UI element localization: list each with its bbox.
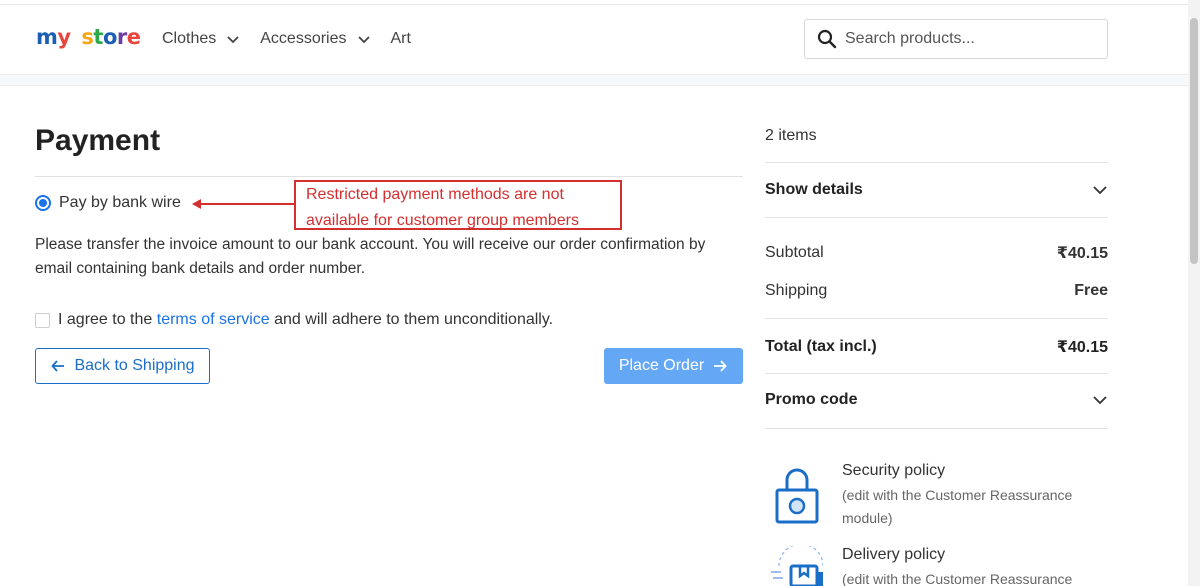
page-scrollbar[interactable]	[1188, 0, 1200, 586]
logo-letter-y: y	[57, 25, 71, 49]
chevron-down-icon	[357, 36, 370, 44]
scrollbar-thumb[interactable]	[1190, 18, 1198, 264]
payment-radio[interactable]	[35, 195, 51, 211]
nav-item-art[interactable]: Art	[391, 30, 411, 48]
logo-letter-s: s	[81, 25, 94, 49]
terms-of-service-link[interactable]: terms of service	[157, 311, 270, 329]
search-box[interactable]	[804, 19, 1108, 59]
logo-letter-o: o	[102, 25, 117, 49]
policy-subtitle: (edit with the Customer Reassurance modu…	[842, 487, 1073, 526]
total-row: Total (tax incl.) ₹40.15	[765, 337, 1108, 357]
total-value: ₹40.15	[1056, 339, 1108, 356]
callout-line-2: available for customer group members	[306, 212, 580, 229]
summary-divider	[765, 428, 1108, 429]
chevron-down-icon	[1093, 186, 1107, 195]
summary-divider	[765, 318, 1108, 319]
site-header: my store Clothes Accessories Art	[0, 5, 1188, 75]
terms-checkbox[interactable]	[35, 312, 50, 328]
delivery-policy-block: Delivery policy (edit with the Customer …	[765, 546, 1108, 586]
agree-prefix: I agree to the	[58, 311, 153, 328]
arrow-right-icon	[714, 360, 727, 372]
payment-description: Please transfer the invoice amount to ou…	[35, 236, 706, 277]
promo-code-label: Promo code	[765, 391, 858, 408]
promo-code-toggle[interactable]: Promo code	[765, 391, 1108, 409]
subtotal-value: ₹40.15	[1056, 245, 1108, 262]
restriction-callout: Restricted payment methods are not avail…	[294, 180, 622, 230]
callout-arrow-icon	[192, 199, 201, 209]
shipping-value: Free	[1074, 282, 1108, 299]
subtotal-label: Subtotal	[765, 244, 824, 261]
callout-arrow-line	[194, 203, 294, 205]
security-policy-block: Security policy (edit with the Customer …	[765, 462, 1108, 532]
title-divider	[35, 176, 743, 177]
terms-agreement: I agree to the terms of service and will…	[35, 311, 553, 329]
place-order-label: Place Order	[618, 357, 705, 374]
shipping-row: Shipping Free	[765, 282, 1108, 300]
search-icon[interactable]	[817, 29, 837, 49]
page-title: Payment	[35, 124, 161, 157]
summary-divider	[765, 162, 1108, 163]
subtotal-row: Subtotal ₹40.15	[765, 243, 1108, 263]
payment-option-bank-wire[interactable]: Pay by bank wire	[35, 194, 181, 212]
policy-subtitle: (edit with the Customer Reassurance modu…	[842, 571, 1073, 586]
store-logo[interactable]: my store	[36, 25, 141, 49]
summary-divider	[765, 373, 1108, 374]
show-details-toggle[interactable]: Show details	[765, 181, 1108, 199]
agree-suffix: and will adhere to them unconditionally.	[274, 311, 554, 328]
policy-title: Delivery policy	[842, 546, 946, 563]
main-nav: Clothes Accessories Art	[162, 30, 431, 48]
nav-item-label: Art	[390, 30, 411, 47]
nav-item-clothes[interactable]: Clothes	[162, 30, 240, 48]
back-button-label: Back to Shipping	[74, 357, 195, 374]
shipping-label: Shipping	[765, 282, 828, 299]
search-input[interactable]	[845, 30, 1085, 48]
nav-item-label: Clothes	[162, 30, 217, 47]
nav-item-accessories[interactable]: Accessories	[260, 30, 370, 48]
arrow-left-icon	[51, 360, 65, 372]
cart-items-count: 2 items	[765, 127, 817, 144]
logo-letter-t: t	[93, 25, 103, 49]
show-details-label: Show details	[765, 181, 863, 198]
header-separator	[0, 74, 1188, 86]
summary-divider	[765, 217, 1108, 218]
total-label: Total (tax incl.)	[765, 338, 877, 355]
callout-line-1: Restricted payment methods are not	[306, 186, 564, 203]
place-order-button[interactable]: Place Order	[604, 348, 743, 384]
logo-letter-r: r	[116, 25, 127, 49]
payment-option-label: Pay by bank wire	[59, 194, 181, 211]
nav-item-label: Accessories	[260, 30, 347, 47]
chevron-down-icon	[1093, 396, 1107, 405]
back-to-shipping-button[interactable]: Back to Shipping	[35, 348, 210, 384]
logo-letter-e: e	[126, 25, 141, 49]
logo-letter-m: m	[36, 25, 58, 49]
policy-title: Security policy	[842, 462, 946, 479]
chevron-down-icon	[227, 36, 239, 44]
delivery-icon	[771, 546, 823, 586]
lock-icon	[775, 468, 819, 524]
